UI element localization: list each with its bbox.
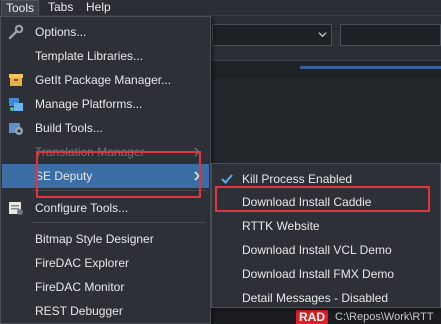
menu-item-firedac-monitor[interactable]: FireDAC Monitor [2, 275, 209, 299]
se-deputy-submenu: Kill Process Enabled Download Install Ca… [211, 163, 441, 308]
menu-item-translation-manager: Translation Manager [2, 140, 209, 164]
chevron-down-icon [318, 32, 327, 38]
menu-item-download-install-vcl-demo[interactable]: Download Install VCL Demo [213, 238, 439, 262]
checkmark-icon [221, 174, 233, 184]
menu-item-rest-debugger[interactable]: REST Debugger [2, 299, 209, 323]
menu-tools[interactable]: Tools [1, 0, 40, 16]
toolbar-combobox-left[interactable] [212, 24, 332, 46]
menu-item-configure-tools[interactable]: Configure Tools... [2, 196, 209, 220]
project-path: C:\Repos\Work\RTT [335, 311, 434, 323]
rad-studio-logo: RAD [296, 310, 328, 324]
menu-item-bitmap-style-designer[interactable]: Bitmap Style Designer [2, 227, 209, 251]
menu-separator [31, 222, 206, 223]
menu-item-build-tools[interactable]: Build Tools... [2, 116, 209, 140]
wrench-icon [8, 24, 24, 40]
menu-separator [31, 190, 206, 191]
chevron-right-icon [194, 171, 200, 181]
configure-icon [9, 202, 23, 215]
menu-help[interactable]: Help [82, 0, 115, 16]
menu-item-se-deputy[interactable]: SE Deputy [2, 164, 209, 188]
chevron-right-icon [194, 147, 200, 157]
menu-tabs[interactable]: Tabs [44, 0, 77, 16]
menu-item-options[interactable]: Options... [2, 20, 209, 44]
toolbar-combobox-right[interactable] [340, 24, 441, 46]
tools-menu: Options... Template Libraries... GetIt P… [0, 16, 211, 324]
menubar: Tools Tabs Help [0, 0, 441, 16]
build-tools-icon [9, 123, 23, 135]
menu-item-detail-messages[interactable]: Detail Messages - Disabled [213, 286, 439, 310]
menu-item-getit-package-manager[interactable]: GetIt Package Manager... [2, 68, 209, 92]
menu-item-firedac-explorer[interactable]: FireDAC Explorer [2, 251, 209, 275]
menu-item-manage-platforms[interactable]: Manage Platforms... [2, 92, 209, 116]
package-icon [9, 74, 23, 86]
menu-item-template-libraries[interactable]: Template Libraries... [2, 44, 209, 68]
menu-item-download-install-caddie[interactable]: Download Install Caddie [213, 190, 439, 214]
menu-item-rttk-website[interactable]: RTTK Website [213, 214, 439, 238]
menu-item-kill-process-enabled[interactable]: Kill Process Enabled [213, 167, 439, 191]
menu-item-download-install-fmx-demo[interactable]: Download Install FMX Demo [213, 262, 439, 286]
editor-tab-strip [210, 60, 441, 78]
platforms-icon [9, 98, 23, 111]
